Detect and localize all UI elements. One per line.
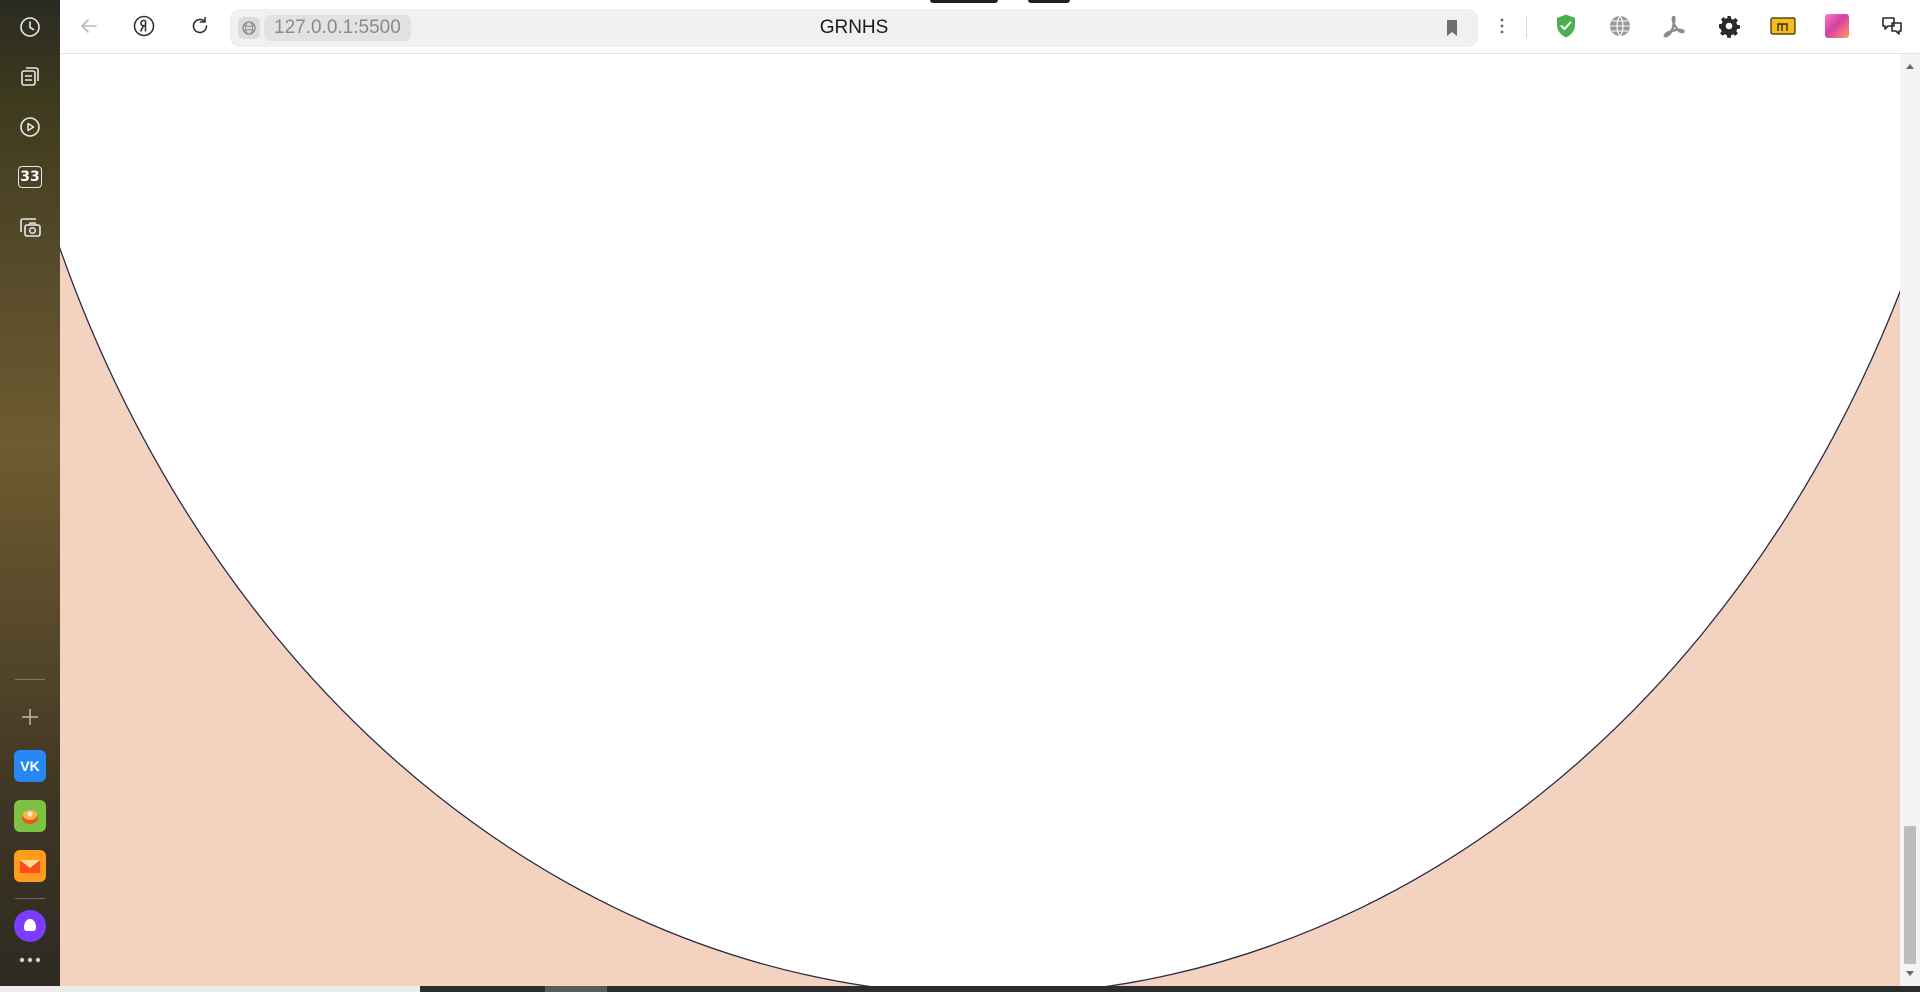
sidebar-separator-2	[15, 898, 45, 899]
arrow-left-icon	[81, 19, 97, 33]
browser-toolbar: 127.0.0.1:5500 GRNHS	[60, 0, 1920, 54]
collections-icon	[21, 67, 39, 86]
gear-icon	[1719, 16, 1740, 38]
protect-extension-button[interactable]	[1549, 9, 1583, 43]
taskbar-segment-active	[545, 986, 607, 992]
calendar-icon: 33	[18, 166, 42, 188]
caret-down-icon	[1906, 971, 1914, 976]
vk-icon: VK	[20, 758, 40, 774]
collections-button[interactable]	[12, 59, 48, 95]
history-button[interactable]	[12, 9, 48, 45]
bookmark-button[interactable]	[1444, 18, 1460, 43]
kebab-menu-icon	[1500, 18, 1504, 34]
mail-icon	[20, 860, 40, 873]
tab-strip-edge	[930, 0, 998, 3]
yandex-logo-icon	[133, 15, 155, 37]
scroll-down-button[interactable]	[1900, 966, 1920, 982]
camera-icon	[20, 218, 41, 237]
bookmark-icon	[1447, 20, 1457, 36]
pdf-extension-button[interactable]	[1657, 9, 1691, 43]
game-app-button[interactable]	[14, 800, 46, 832]
alice-assistant-button[interactable]	[14, 910, 46, 942]
toolbar-divider	[1526, 16, 1527, 38]
play-icon	[20, 117, 40, 137]
taskbar-edge	[0, 986, 1920, 992]
tab-strip-edge-2	[1028, 0, 1070, 3]
video-button[interactable]	[12, 109, 48, 145]
back-button[interactable]	[72, 9, 106, 43]
vertical-scrollbar[interactable]	[1900, 54, 1920, 986]
page-title: GRNHS	[819, 17, 889, 38]
translate-extension-button[interactable]	[1603, 9, 1637, 43]
more-dots-icon	[19, 957, 41, 963]
screenshot-button[interactable]	[12, 209, 48, 245]
globe-grid-icon	[1610, 15, 1630, 37]
reload-icon	[192, 16, 208, 34]
globe-icon	[242, 21, 256, 35]
chat-extension-button[interactable]	[1875, 9, 1909, 43]
clock-icon	[20, 17, 40, 37]
gradient-square-icon	[1825, 14, 1849, 38]
scroll-up-button[interactable]	[1900, 58, 1920, 74]
calendar-date: 33	[20, 169, 40, 185]
mail-app-button[interactable]	[14, 850, 46, 882]
chat-bubbles-icon	[1882, 17, 1902, 35]
shield-check-icon	[1557, 14, 1575, 38]
taskbar-segment	[0, 986, 420, 992]
yandex-home-button[interactable]	[127, 9, 161, 43]
settings-extension-button[interactable]	[1712, 9, 1746, 43]
page-canvas	[60, 54, 1900, 986]
add-panel-button[interactable]	[12, 699, 48, 735]
game-icon	[22, 810, 38, 824]
alice-icon	[24, 919, 36, 931]
browser-sidebar: 33 VK	[0, 0, 60, 992]
calendar-button[interactable]: 33	[12, 159, 48, 195]
page-menu-button[interactable]	[1485, 9, 1519, 43]
scrollbar-thumb[interactable]	[1904, 826, 1916, 964]
plus-icon	[22, 709, 38, 725]
reload-button[interactable]	[183, 9, 217, 43]
acrobat-icon	[1663, 15, 1685, 38]
folder-extension-button[interactable]	[1766, 9, 1800, 43]
url-text[interactable]: 127.0.0.1:5500	[264, 15, 411, 41]
site-info-button[interactable]	[238, 17, 260, 39]
page-viewport	[60, 54, 1900, 986]
vk-app-button[interactable]: VK	[14, 750, 46, 782]
yellow-folder-icon	[1770, 17, 1796, 35]
sidebar-separator	[15, 679, 45, 680]
color-extension-button[interactable]	[1820, 9, 1854, 43]
caret-up-icon	[1906, 64, 1914, 69]
address-bar[interactable]: 127.0.0.1:5500 GRNHS	[230, 9, 1478, 47]
more-button[interactable]	[12, 948, 48, 972]
